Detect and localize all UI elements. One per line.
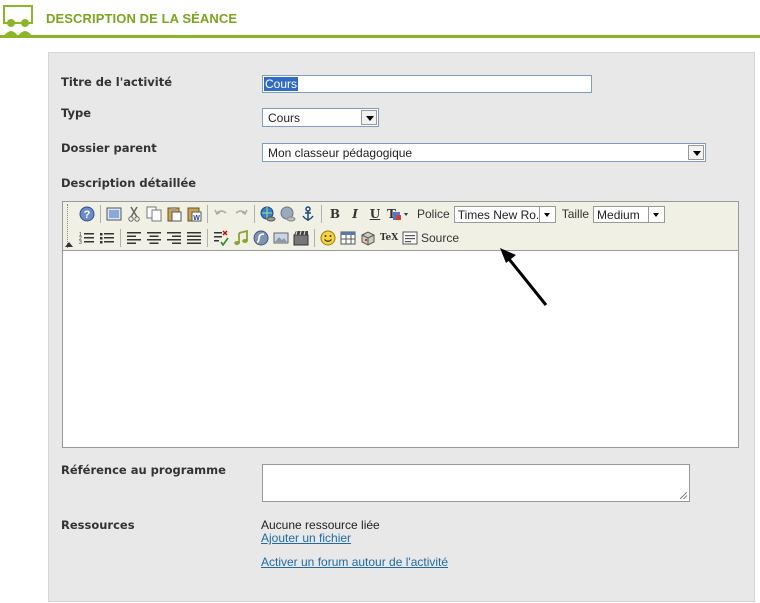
ressources-status: Aucune ressource liée — [261, 518, 380, 532]
font-family-select[interactable]: Times New Ro... — [453, 205, 556, 223]
redo-icon[interactable] — [231, 204, 251, 224]
toolbar-separator — [120, 229, 121, 247]
toolbar-separator — [100, 205, 101, 223]
description-label: Description détaillée — [61, 176, 197, 190]
table-icon[interactable] — [338, 228, 358, 248]
titre-input[interactable]: Cours — [262, 75, 592, 93]
music-note-icon[interactable] — [231, 228, 251, 248]
section-header: DESCRIPTION DE LA SÉANCE — [0, 0, 760, 38]
toolbar-separator — [321, 205, 322, 223]
align-right-icon[interactable] — [164, 228, 184, 248]
align-justify-icon[interactable] — [184, 228, 204, 248]
paste-word-icon[interactable]: W — [184, 204, 204, 224]
collapse-toolbar-icon[interactable] — [65, 242, 73, 247]
flash-icon[interactable] — [251, 228, 271, 248]
chevron-down-icon[interactable] — [648, 206, 665, 222]
activate-forum-link[interactable]: Activer un forum autour de l'activité — [261, 555, 448, 569]
font-size-value: Medium — [597, 207, 640, 222]
toolbar-row-1: ? W B I U T Police Times New Ro... Taill… — [77, 203, 666, 225]
text-color-icon[interactable]: T — [385, 204, 411, 224]
toolbar-row-2: 123 TeX Source — [77, 227, 459, 249]
titre-label: Titre de l'activité — [61, 75, 173, 89]
toolbar-separator — [314, 229, 315, 247]
ordered-list-icon[interactable]: 123 — [77, 228, 97, 248]
smiley-icon[interactable] — [318, 228, 338, 248]
help-icon[interactable]: ? — [77, 204, 97, 224]
group-icon — [3, 5, 33, 36]
remove-link-icon[interactable] — [278, 204, 298, 224]
copy-icon[interactable] — [144, 204, 164, 224]
toolbar-separator — [254, 205, 255, 223]
type-label: Type — [61, 106, 92, 120]
italic-icon[interactable]: I — [345, 204, 365, 224]
ressources-label: Ressources — [61, 518, 135, 532]
svg-text:W: W — [193, 215, 200, 222]
source-icon — [402, 231, 418, 245]
add-file-link[interactable]: Ajouter un fichier — [261, 531, 351, 545]
toolbar-separator — [207, 229, 208, 247]
bold-icon[interactable]: B — [325, 204, 345, 224]
section-title: DESCRIPTION DE LA SÉANCE — [46, 11, 238, 26]
chevron-down-icon[interactable] — [538, 206, 555, 222]
chevron-down-icon[interactable] — [361, 110, 377, 125]
dossier-select[interactable]: Mon classeur pédagogique — [262, 143, 706, 162]
widget-icon[interactable] — [358, 228, 378, 248]
image-icon[interactable] — [271, 228, 291, 248]
police-label: Police — [417, 207, 450, 221]
editor-content-area[interactable] — [63, 251, 738, 447]
anchor-icon[interactable] — [298, 204, 318, 224]
source-label: Source — [421, 231, 460, 245]
video-icon[interactable] — [291, 228, 311, 248]
font-size-select[interactable]: Medium — [593, 205, 666, 223]
svg-text:?: ? — [84, 209, 91, 221]
chevron-down-icon[interactable] — [688, 145, 704, 160]
reference-textarea[interactable] — [262, 464, 690, 502]
dossier-value: Mon classeur pédagogique — [268, 146, 413, 160]
align-center-icon[interactable] — [144, 228, 164, 248]
toolbar-separator — [207, 205, 208, 223]
titre-value: Cours — [264, 77, 299, 91]
header-divider — [0, 35, 760, 38]
paste-icon[interactable] — [164, 204, 184, 224]
spellcheck-icon[interactable] — [211, 228, 231, 248]
taille-label: Taille — [561, 207, 590, 221]
cut-icon[interactable] — [124, 204, 144, 224]
resize-grip-icon[interactable] — [680, 492, 687, 499]
dossier-label: Dossier parent — [61, 141, 157, 155]
editor-toolbar: ? W B I U T Police Times New Ro... Taill… — [63, 202, 738, 251]
rich-text-editor: ? W B I U T Police Times New Ro... Taill… — [62, 201, 739, 448]
align-left-icon[interactable] — [124, 228, 144, 248]
svg-text:3: 3 — [79, 240, 82, 245]
reference-label: Référence au programme — [61, 463, 226, 477]
underline-icon[interactable]: U — [365, 204, 385, 224]
undo-icon[interactable] — [211, 204, 231, 224]
annotation-arrow-icon — [500, 248, 548, 306]
source-button[interactable]: Source — [402, 231, 459, 245]
type-select[interactable]: Cours — [262, 108, 379, 127]
preview-icon[interactable] — [104, 204, 124, 224]
insert-link-icon[interactable] — [258, 204, 278, 224]
tex-icon[interactable]: TeX — [378, 228, 400, 248]
unordered-list-icon[interactable] — [97, 228, 117, 248]
font-family-value: Times New Ro... — [457, 207, 546, 222]
type-value: Cours — [268, 111, 301, 125]
